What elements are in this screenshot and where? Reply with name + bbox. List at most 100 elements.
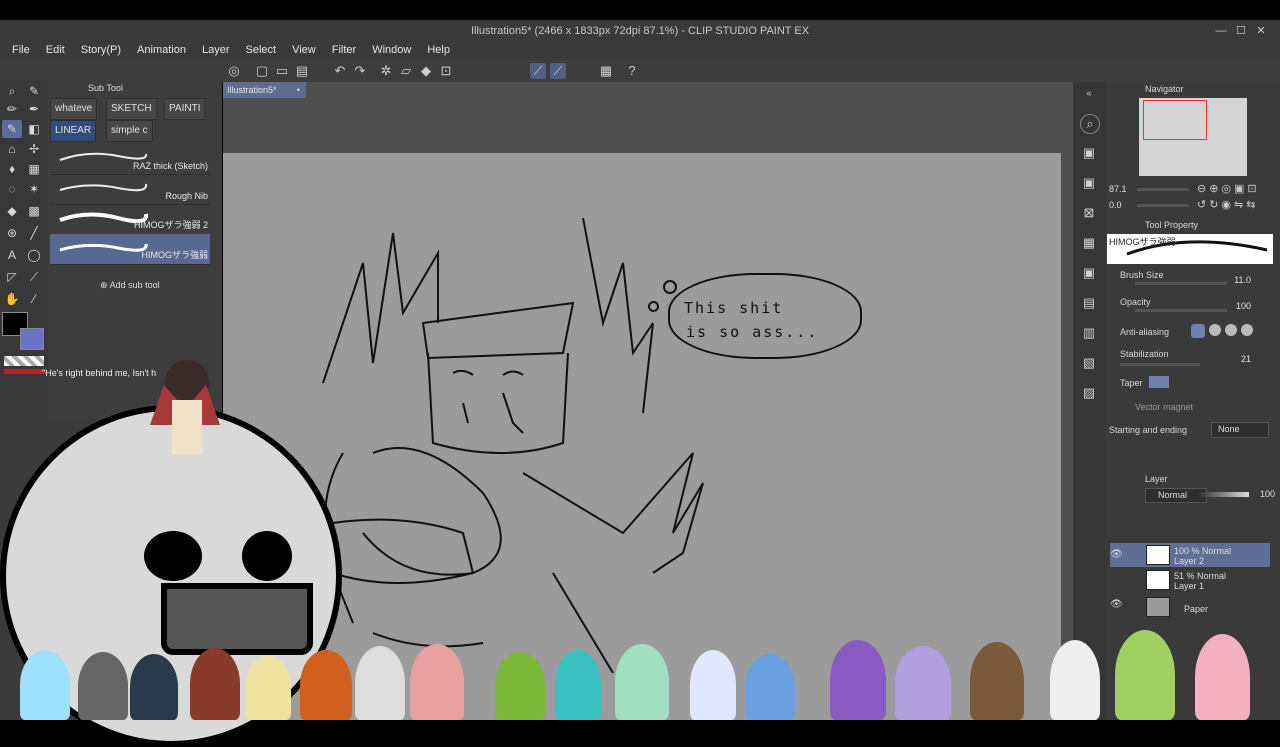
antialiasing-weak[interactable]: [1209, 324, 1221, 336]
rotation-slider[interactable]: [1137, 204, 1189, 207]
brush-size-slider[interactable]: [1135, 282, 1227, 285]
save-icon[interactable]: ▤: [294, 63, 310, 79]
close-tab-icon[interactable]: •: [297, 82, 300, 98]
menu-view[interactable]: View: [284, 42, 324, 60]
gradient-icon[interactable]: ▩: [24, 202, 44, 220]
redo-icon[interactable]: ↷: [352, 63, 368, 79]
layer-row-paper[interactable]: Paper 👁: [1110, 593, 1270, 617]
material-icon-8[interactable]: ▧: [1080, 354, 1098, 372]
new-file-icon[interactable]: ▢: [254, 63, 270, 79]
clip-studio-icon[interactable]: ◎: [226, 63, 242, 79]
zoom-slider[interactable]: [1137, 188, 1189, 191]
grid-settings-icon[interactable]: ▦: [598, 63, 614, 79]
material-icon-4[interactable]: ▦: [1080, 234, 1098, 252]
water-drop-icon[interactable]: ♦: [2, 160, 22, 178]
navigator-rotate-buttons[interactable]: ↺↻◉⇋⇆: [1197, 198, 1258, 211]
menu-window[interactable]: Window: [364, 42, 419, 60]
menu-filter[interactable]: Filter: [324, 42, 364, 60]
eye-icon[interactable]: 👁: [1110, 549, 1123, 560]
clear-icon[interactable]: ▱: [398, 63, 414, 79]
subtool-tab-sketch[interactable]: SKETCH: [106, 98, 157, 120]
maximize-icon[interactable]: ☐: [1232, 20, 1250, 42]
move-icon[interactable]: ✢: [24, 140, 44, 158]
layer-opacity-value[interactable]: 100: [1251, 489, 1275, 499]
line-icon[interactable]: ╱: [24, 224, 44, 242]
snap-special-ruler-icon[interactable]: ⟋: [550, 63, 566, 79]
frame-icon[interactable]: ◸: [2, 268, 22, 286]
brush-item-himog-2[interactable]: HIMOGザラ強弱 2: [50, 204, 210, 235]
snap-ruler-icon[interactable]: ⟋: [530, 63, 546, 79]
eye-icon[interactable]: 👁: [1110, 599, 1123, 610]
navigator-viewport[interactable]: [1143, 100, 1207, 140]
antialiasing-strong[interactable]: [1241, 324, 1253, 336]
mesh-icon[interactable]: ▦: [24, 160, 44, 178]
close-icon[interactable]: ✕: [1252, 20, 1270, 42]
brush-item-himog[interactable]: HIMOGザラ強弱: [50, 234, 210, 265]
fill-bucket-icon[interactable]: ◆: [2, 202, 22, 220]
stabilization-value[interactable]: 21: [1205, 354, 1251, 364]
pen-tool-icon[interactable]: ✎: [24, 82, 44, 100]
hand-icon[interactable]: ✋: [2, 290, 22, 308]
starting-ending-select[interactable]: None: [1211, 422, 1269, 438]
stabilization-slider[interactable]: [1120, 363, 1200, 366]
figure-icon[interactable]: ⊛: [2, 224, 22, 242]
lasso-icon[interactable]: ◌: [2, 180, 22, 198]
subtool-tab-simple[interactable]: simple c: [106, 120, 153, 142]
zoom-value[interactable]: 87.1: [1109, 184, 1135, 194]
opacity-slider[interactable]: [1135, 309, 1227, 312]
brush-icon[interactable]: ✎: [2, 120, 22, 138]
spinner-icon[interactable]: ✲: [378, 63, 394, 79]
zoom-icon[interactable]: ⌕: [2, 82, 22, 100]
subtool-tab-whatever[interactable]: whateve: [50, 98, 98, 120]
navigator-preview[interactable]: [1139, 98, 1247, 176]
canvas-tab[interactable]: Illustration5* •: [223, 82, 306, 98]
layer-opacity-slider[interactable]: [1199, 492, 1249, 497]
menu-help[interactable]: Help: [419, 42, 458, 60]
magic-wand-icon[interactable]: ✶: [24, 180, 44, 198]
balloon-icon[interactable]: ◯: [24, 246, 44, 264]
search-icon[interactable]: ⌕: [1080, 114, 1100, 134]
subtool-tab-linear[interactable]: LINEAR: [50, 120, 97, 142]
navigator-zoom-buttons[interactable]: ⊖⊕◎▣⊡: [1197, 182, 1260, 195]
brush-item-raz-thick[interactable]: RAZ thick (Sketch): [50, 144, 210, 175]
panel-collapse-icon[interactable]: «: [1080, 84, 1098, 102]
material-icon-9[interactable]: ▨: [1080, 384, 1098, 402]
layer-row-layer1[interactable]: 51 % Normal Layer 1: [1110, 568, 1270, 592]
minimize-icon[interactable]: —: [1212, 20, 1230, 42]
transform-icon[interactable]: ⊡: [438, 63, 454, 79]
help-icon[interactable]: ?: [624, 63, 640, 79]
pencil-icon[interactable]: ✏: [2, 100, 22, 118]
eraser-icon[interactable]: ◧: [24, 120, 44, 138]
menu-layer[interactable]: Layer: [194, 42, 238, 60]
menu-select[interactable]: Select: [238, 42, 285, 60]
material-icon-6[interactable]: ▤: [1080, 294, 1098, 312]
blend-icon[interactable]: ⌂: [2, 140, 22, 158]
menu-animation[interactable]: Animation: [129, 42, 194, 60]
brush-item-rough-nib[interactable]: Rough Nib: [50, 174, 210, 205]
layer-row-layer2[interactable]: 100 % Normal Layer 2 👁: [1110, 543, 1270, 567]
rotation-value[interactable]: 0.0: [1109, 200, 1135, 210]
add-sub-tool-button[interactable]: ⊕ Add sub tool: [100, 280, 160, 291]
antialiasing-mid[interactable]: [1225, 324, 1237, 336]
material-icon-2[interactable]: ▣: [1080, 174, 1098, 192]
open-file-icon[interactable]: ▭: [274, 63, 290, 79]
menu-file[interactable]: File: [0, 42, 38, 60]
fill-icon[interactable]: ◆: [418, 63, 434, 79]
text-icon[interactable]: A: [2, 246, 22, 264]
transparent-color-swatch[interactable]: [4, 356, 44, 366]
material-icon-3[interactable]: ⊠: [1080, 204, 1098, 222]
taper-toggle[interactable]: [1149, 376, 1169, 388]
material-icon[interactable]: ▣: [1080, 144, 1098, 162]
antialiasing-options[interactable]: [1191, 324, 1261, 338]
subtool-tab-painting[interactable]: PAINTI: [164, 98, 206, 120]
sub-color-swatch[interactable]: [20, 328, 44, 350]
undo-icon[interactable]: ↶: [332, 63, 348, 79]
material-icon-7[interactable]: ▥: [1080, 324, 1098, 342]
material-icon-5[interactable]: ▣: [1080, 264, 1098, 282]
menu-story[interactable]: Story(P): [73, 42, 129, 60]
eyedropper-icon[interactable]: ⁄: [24, 290, 44, 308]
marker-icon[interactable]: ✒: [24, 100, 44, 118]
blend-mode-select[interactable]: Normal: [1145, 488, 1207, 503]
menu-edit[interactable]: Edit: [38, 42, 73, 60]
antialiasing-none[interactable]: [1191, 324, 1205, 338]
